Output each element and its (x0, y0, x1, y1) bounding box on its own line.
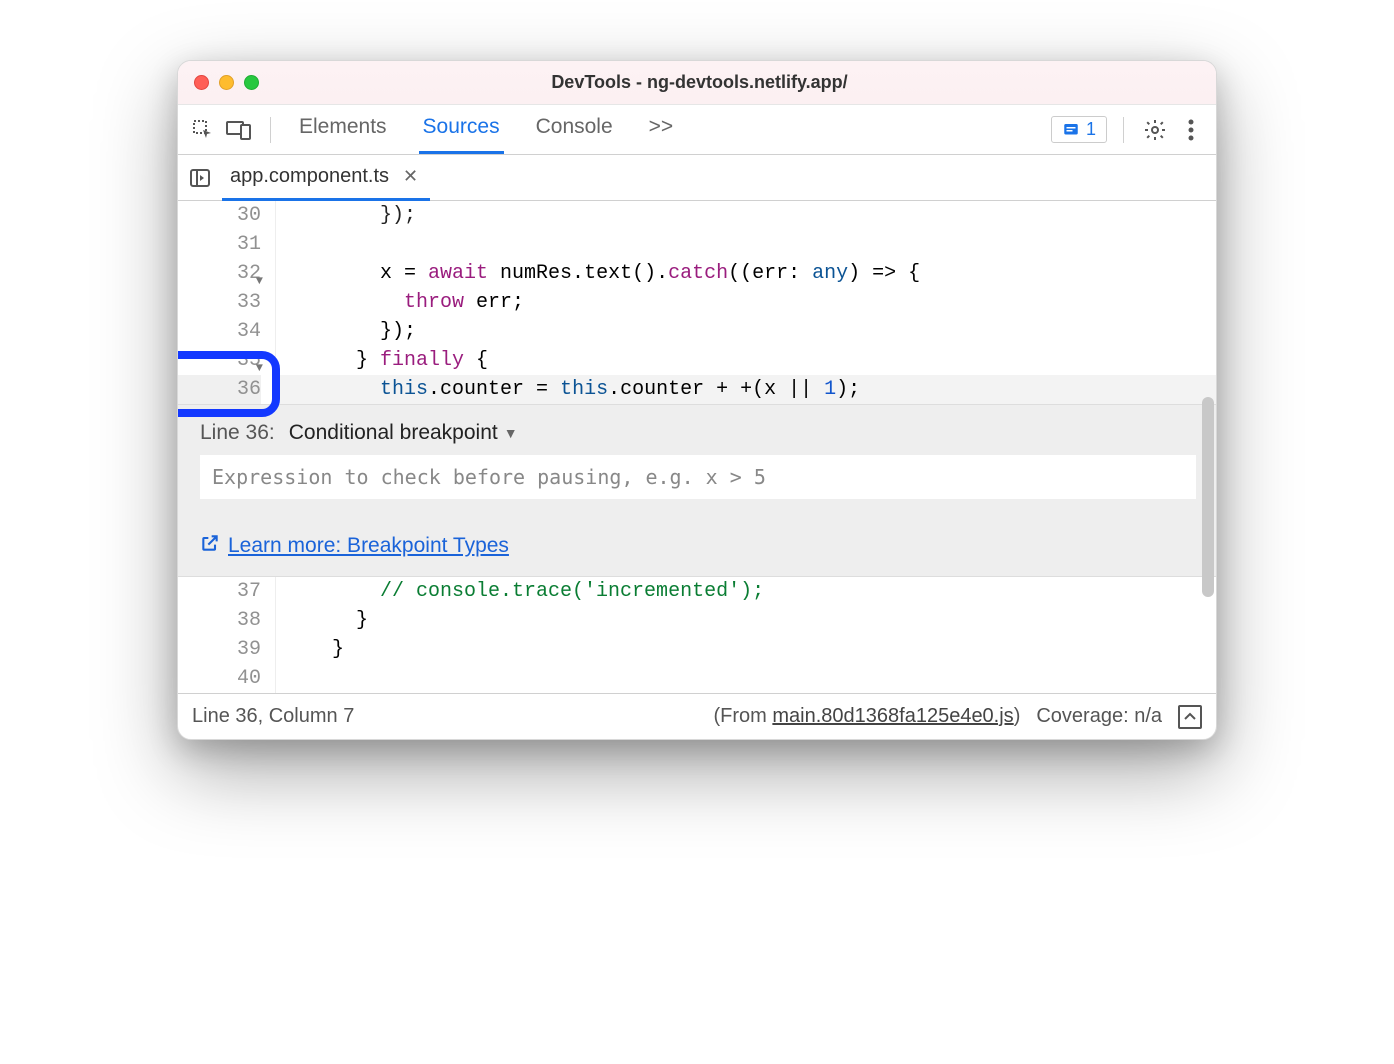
source-map-info: (From main.80d1368fa125e4e0.js) (713, 705, 1020, 728)
code-editor[interactable]: 30313233343536 }); x = await numRes.text… (178, 201, 1216, 404)
navigator-toggle-icon[interactable] (186, 164, 214, 192)
source-map-link[interactable]: main.80d1368fa125e4e0.js (772, 705, 1013, 727)
traffic-lights (194, 75, 259, 90)
panel-tabs: Elements Sources Console >> (295, 105, 677, 154)
code-editor-lower[interactable]: 37383940 // console.trace('incremented')… (178, 577, 1216, 693)
file-tab-active[interactable]: app.component.ts ✕ (222, 155, 430, 201)
breakpoint-type-dropdown[interactable]: Conditional breakpoint ▼ (289, 421, 518, 445)
line-gutter[interactable]: 37383940 (178, 577, 276, 693)
code-line[interactable]: } (276, 606, 1216, 635)
inspect-element-icon[interactable] (188, 115, 218, 145)
minimize-icon[interactable] (219, 75, 234, 90)
code-line[interactable]: } (276, 635, 1216, 664)
line-number[interactable]: 40 (178, 664, 261, 693)
window-title: DevTools - ng-devtools.netlify.app/ (259, 72, 1140, 93)
breakpoint-expression-input[interactable] (200, 455, 1196, 499)
coverage-info: Coverage: n/a (1036, 705, 1162, 728)
learn-more-link[interactable]: Learn more: Breakpoint Types (228, 534, 509, 558)
code-line[interactable]: // console.trace('incremented'); (276, 577, 1216, 606)
line-number[interactable]: 32 (178, 259, 261, 288)
tab-overflow[interactable]: >> (645, 105, 678, 154)
chevron-down-icon: ▼ (504, 425, 518, 441)
breakpoint-editor: Line 36: Conditional breakpoint ▼ Learn … (178, 404, 1216, 577)
show-drawer-icon[interactable] (1178, 705, 1202, 729)
tab-elements[interactable]: Elements (295, 105, 391, 154)
code-area[interactable]: }); x = await numRes.text().catch((err: … (276, 201, 1216, 404)
file-tab-label: app.component.ts (230, 165, 389, 188)
tab-console[interactable]: Console (532, 105, 617, 154)
code-line[interactable]: } finally { (276, 346, 1216, 375)
code-line[interactable] (276, 230, 1216, 259)
code-line[interactable]: throw err; (276, 288, 1216, 317)
code-line[interactable]: this.counter = this.counter + +(x || 1); (276, 375, 1216, 404)
breakpoint-line-label: Line 36: (200, 421, 275, 445)
close-icon[interactable] (194, 75, 209, 90)
line-gutter[interactable]: 30313233343536 (178, 201, 276, 404)
settings-icon[interactable] (1140, 115, 1170, 145)
code-line[interactable]: }); (276, 201, 1216, 230)
file-tabs: app.component.ts ✕ (178, 155, 1216, 201)
line-number[interactable]: 33 (178, 288, 261, 317)
code-line[interactable]: x = await numRes.text().catch((err: any)… (276, 259, 1216, 288)
line-number[interactable]: 34 (178, 317, 261, 346)
line-number[interactable]: 39 (178, 635, 261, 664)
code-line[interactable] (276, 664, 1216, 693)
cursor-position: Line 36, Column 7 (192, 705, 354, 728)
issues-count: 1 (1086, 119, 1096, 140)
line-number[interactable]: 31 (178, 230, 261, 259)
line-number[interactable]: 35 (178, 346, 261, 375)
line-number[interactable]: 37 (178, 577, 261, 606)
scrollbar[interactable] (1202, 397, 1214, 597)
fullscreen-icon[interactable] (244, 75, 259, 90)
line-number[interactable]: 36 (178, 375, 261, 404)
device-toolbar-icon[interactable] (224, 115, 254, 145)
line-number[interactable]: 38 (178, 606, 261, 635)
status-bar: Line 36, Column 7 (From main.80d1368fa12… (178, 693, 1216, 739)
close-tab-icon[interactable]: ✕ (399, 166, 422, 187)
tab-sources[interactable]: Sources (419, 105, 504, 154)
devtools-window: DevTools - ng-devtools.netlify.app/ Elem… (177, 60, 1217, 740)
code-area[interactable]: // console.trace('incremented'); } } (276, 577, 1216, 693)
code-line[interactable]: }); (276, 317, 1216, 346)
line-number[interactable]: 30 (178, 201, 261, 230)
issues-badge[interactable]: 1 (1051, 116, 1107, 143)
main-toolbar: Elements Sources Console >> 1 (178, 105, 1216, 155)
more-icon[interactable] (1176, 115, 1206, 145)
external-link-icon (200, 533, 220, 558)
titlebar: DevTools - ng-devtools.netlify.app/ (178, 61, 1216, 105)
